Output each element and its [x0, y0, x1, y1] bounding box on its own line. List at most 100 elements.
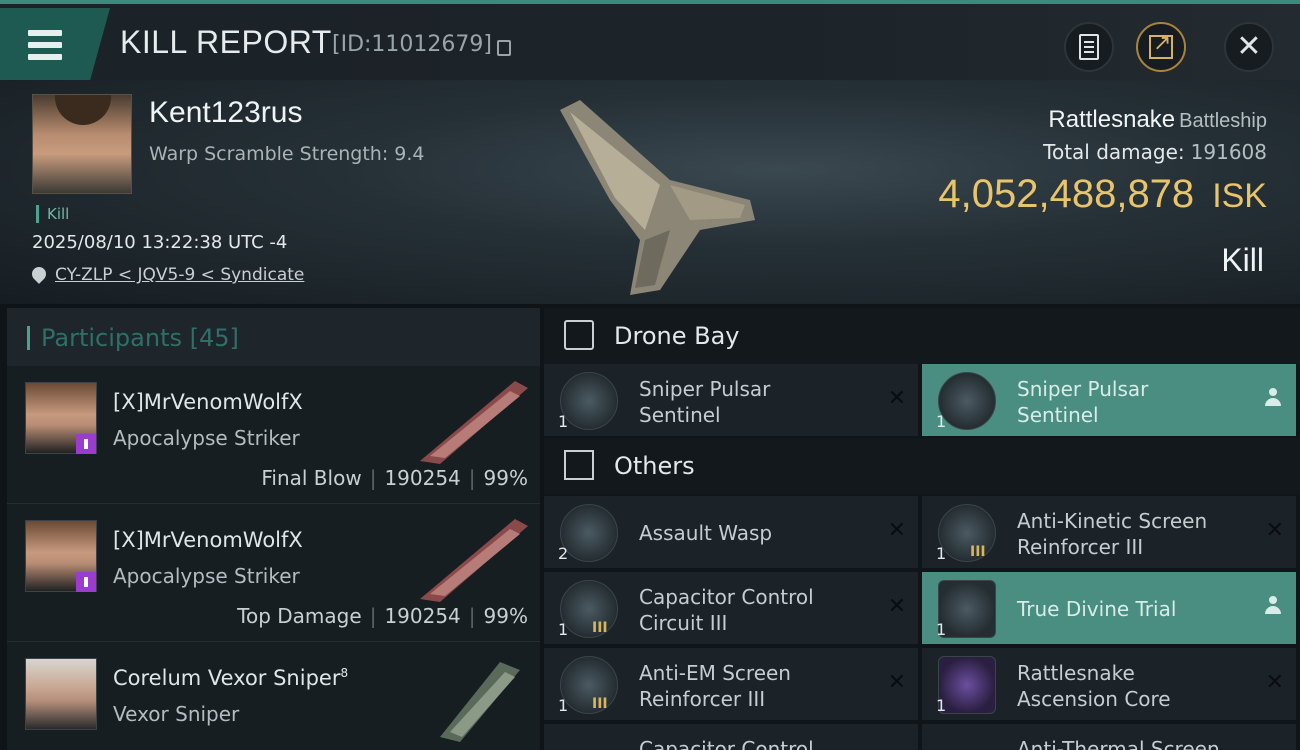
item-qty: 1 — [558, 696, 569, 715]
item-cargo[interactable]: Anti-Thermal Screen — [922, 724, 1296, 750]
isk-unit: ISK — [1212, 177, 1267, 215]
participant-row[interactable]: [X]MrVenomWolfX Apocalypse Striker Top D… — [7, 504, 540, 642]
core-icon — [938, 656, 996, 714]
participant-damage: 190254 — [384, 604, 461, 628]
destroyed-icon: ✕ — [887, 670, 906, 695]
copy-icon[interactable] — [497, 40, 511, 56]
item-name-line2: Sentinel — [639, 403, 721, 427]
item-name: Rattlesnake Ascension Core — [1017, 660, 1247, 712]
participant-ship-image — [420, 519, 528, 602]
victim-name[interactable]: Kent123rus — [149, 96, 302, 130]
participant-ship-image — [440, 662, 520, 742]
item-name-line2: Ascension Core — [1017, 687, 1171, 711]
item-name: Sniper Pulsar Sentinel — [639, 376, 869, 428]
participant-name: [X]MrVenomWolfX — [113, 528, 303, 552]
warp-scramble-strength: Warp Scramble Strength: 9.4 — [149, 143, 425, 165]
participant-ship: Vexor Sniper — [113, 702, 240, 726]
item-cargo[interactable]: Capacitor Control — [544, 724, 918, 750]
item-qty: 1 — [936, 696, 947, 715]
meta-level: III — [970, 544, 986, 560]
hamburger-icon-line — [28, 54, 62, 60]
participant-name-sup: 8 — [340, 666, 349, 680]
item-cargo[interactable]: 1 True Divine Trial — [922, 572, 1296, 644]
participant-name: Corelum Vexor Sniper8 — [113, 666, 348, 690]
item-qty: 1 — [558, 620, 569, 639]
victim-ship-image — [560, 100, 755, 295]
page-title: KILL REPORT — [120, 24, 332, 60]
item-name: Anti-EM Screen Reinforcer III — [639, 660, 869, 712]
item-name-line1: Anti-EM Screen — [639, 661, 791, 685]
item-name: Capacitor Control Circuit III — [639, 584, 869, 636]
victim-summary: Kent123rus Warp Scramble Strength: 9.4 K… — [0, 80, 1300, 304]
item-qty: 1 — [558, 412, 569, 431]
hamburger-icon-line — [28, 42, 62, 48]
divider: | — [369, 604, 377, 628]
participant-damage: 190254 — [384, 466, 461, 490]
dropped-person-icon — [1264, 596, 1282, 616]
kill-location-link[interactable]: CY-ZLP < JQV5-9 < Syndicate — [55, 265, 304, 285]
corp-badge-icon — [76, 572, 96, 592]
item-name-line2: Reinforcer III — [1017, 535, 1144, 559]
participant-stats: Top Damage | 190254 | 99% — [237, 604, 528, 628]
capacitor-module-icon — [560, 580, 618, 638]
participant-ship-image — [420, 381, 528, 464]
participants-label: Participants — [41, 324, 182, 352]
participant-row[interactable]: [X]MrVenomWolfX Apocalypse Striker Final… — [7, 366, 540, 504]
item-drone[interactable]: 1 Sniper Pulsar Sentinel ✕ — [544, 364, 918, 436]
item-cargo[interactable]: 1 III Capacitor Control Circuit III ✕ — [544, 572, 918, 644]
close-button[interactable]: ✕ — [1224, 22, 1274, 72]
drone-icon — [560, 504, 618, 562]
total-damage-value: 191608 — [1190, 140, 1267, 164]
item-qty: 1 — [936, 544, 947, 563]
ship-name: Rattlesnake — [1048, 106, 1176, 133]
kill-tag: Kill — [36, 205, 69, 223]
scroll-icon — [938, 580, 996, 638]
item-cargo[interactable]: 1 III Anti-Kinetic Screen Reinforcer III … — [922, 496, 1296, 568]
corp-badge-icon — [76, 434, 96, 454]
isk-value: 4,052,488,878 ISK — [938, 172, 1267, 217]
total-damage: Total damage: 191608 — [1043, 140, 1267, 164]
item-cargo[interactable]: 1 Rattlesnake Ascension Core ✕ — [922, 648, 1296, 720]
divider: | — [468, 604, 476, 628]
drone-bay-header: Drone Bay — [544, 308, 1300, 364]
participant-role: Final Blow — [261, 466, 362, 490]
item-cargo[interactable]: 2 Assault Wasp ✕ — [544, 496, 918, 568]
item-qty: 2 — [558, 544, 569, 563]
drone-bay-label: Drone Bay — [614, 322, 740, 350]
ship-class: Battleship — [1179, 110, 1267, 132]
shield-module-icon — [938, 504, 996, 562]
participant-role: Top Damage — [237, 604, 362, 628]
item-name: Anti-Thermal Screen — [1017, 737, 1220, 750]
item-name-line1: Sniper Pulsar — [1017, 377, 1149, 401]
item-name-line1: Anti-Kinetic Screen — [1017, 509, 1208, 533]
destroyed-icon: ✕ — [887, 386, 906, 411]
victim-ship-name: Rattlesnake Battleship — [1048, 106, 1267, 134]
divider: | — [468, 466, 476, 490]
item-name-line2: Circuit III — [639, 611, 728, 635]
item-name-line1: Capacitor Control — [639, 585, 814, 609]
details-button[interactable] — [1064, 22, 1114, 72]
cube-icon — [564, 450, 594, 480]
share-button[interactable] — [1136, 22, 1186, 72]
victim-avatar[interactable] — [32, 94, 132, 194]
item-name-line2: Sentinel — [1017, 403, 1099, 427]
menu-button[interactable] — [0, 8, 110, 80]
item-cargo[interactable]: 1 III Anti-EM Screen Reinforcer III ✕ — [544, 648, 918, 720]
isk-amount: 4,052,488,878 — [938, 172, 1195, 216]
kill-datetime: 2025/08/10 13:22:38 UTC -4 — [32, 232, 288, 253]
participant-stats: Final Blow | 190254 | 99% — [261, 466, 528, 490]
item-name: Anti-Kinetic Screen Reinforcer III — [1017, 508, 1247, 560]
item-name-line1: Sniper Pulsar — [639, 377, 771, 401]
avatar — [25, 658, 97, 730]
destroyed-icon: ✕ — [1265, 518, 1284, 543]
item-drone[interactable]: 1 Sniper Pulsar Sentinel — [922, 364, 1296, 436]
participants-count: [45] — [189, 324, 239, 352]
item-qty: 1 — [936, 412, 947, 431]
dropped-person-icon — [1264, 388, 1282, 408]
participants-panel: Participants [45] [X]MrVenomWolfX Apocal… — [7, 308, 540, 750]
item-name: Capacitor Control — [639, 737, 814, 750]
result-label: Kill — [1221, 242, 1264, 278]
item-name: Assault Wasp — [639, 521, 773, 545]
others-label: Others — [614, 452, 695, 480]
participant-row[interactable]: Corelum Vexor Sniper8 Vexor Sniper — [7, 642, 540, 750]
